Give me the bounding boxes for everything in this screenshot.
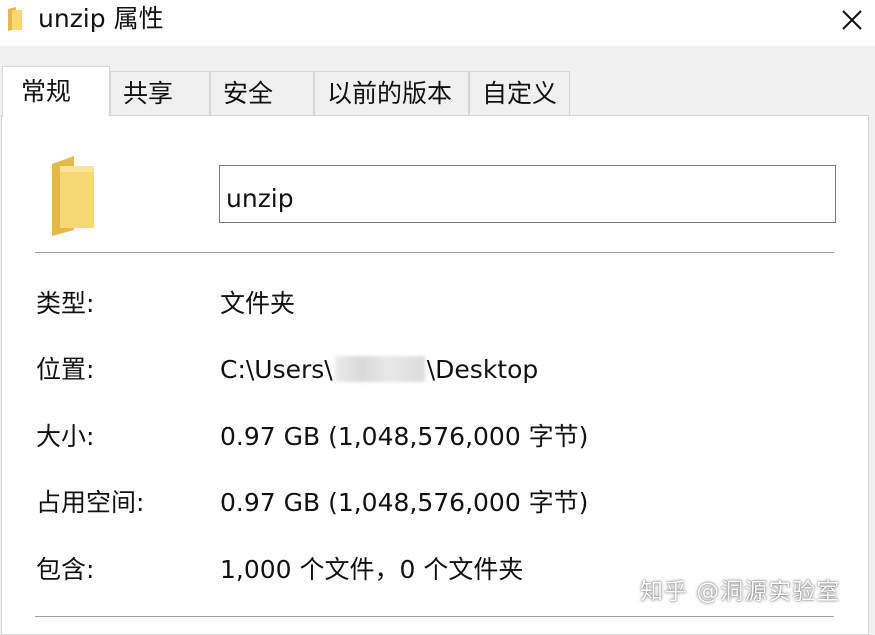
location-prefix: C:\Users\ (220, 355, 333, 384)
size-on-disk-value: 0.97 GB (1,048,576,000 字节) (220, 488, 589, 517)
close-icon (842, 10, 862, 30)
contains-value: 1,000 个文件，0 个文件夹 (220, 555, 524, 584)
watermark: 知乎 @洞源实验室 (640, 579, 841, 605)
size-label: 大小: (36, 422, 95, 451)
size-on-disk-label: 占用空间: (36, 488, 145, 517)
tab-general[interactable]: 常规 (2, 66, 110, 117)
divider (35, 252, 834, 253)
folder-icon (8, 7, 22, 31)
type-value: 文件夹 (220, 289, 296, 318)
location-value: C:\Users\ \Desktop (220, 354, 538, 386)
folder-name-input[interactable] (219, 165, 836, 223)
tab-previous-versions[interactable]: 以前的版本 (314, 71, 469, 115)
tab-customize[interactable]: 自定义 (469, 71, 570, 115)
divider (35, 616, 834, 617)
size-value: 0.97 GB (1,048,576,000 字节) (220, 422, 589, 451)
location-label: 位置: (36, 355, 95, 384)
location-suffix: \Desktop (426, 355, 539, 384)
tab-bar: 常规 共享 安全 以前的版本 自定义 (0, 66, 875, 117)
redacted-username (334, 356, 425, 382)
contains-label: 包含: (36, 555, 95, 584)
title-bar: unzip 属性 (0, 0, 875, 46)
type-label: 类型: (36, 289, 95, 318)
tab-sharing[interactable]: 共享 (110, 71, 210, 115)
tab-security[interactable]: 安全 (210, 71, 314, 115)
folder-icon (52, 156, 94, 236)
window-title: unzip 属性 (38, 4, 164, 33)
close-button[interactable] (830, 0, 874, 40)
